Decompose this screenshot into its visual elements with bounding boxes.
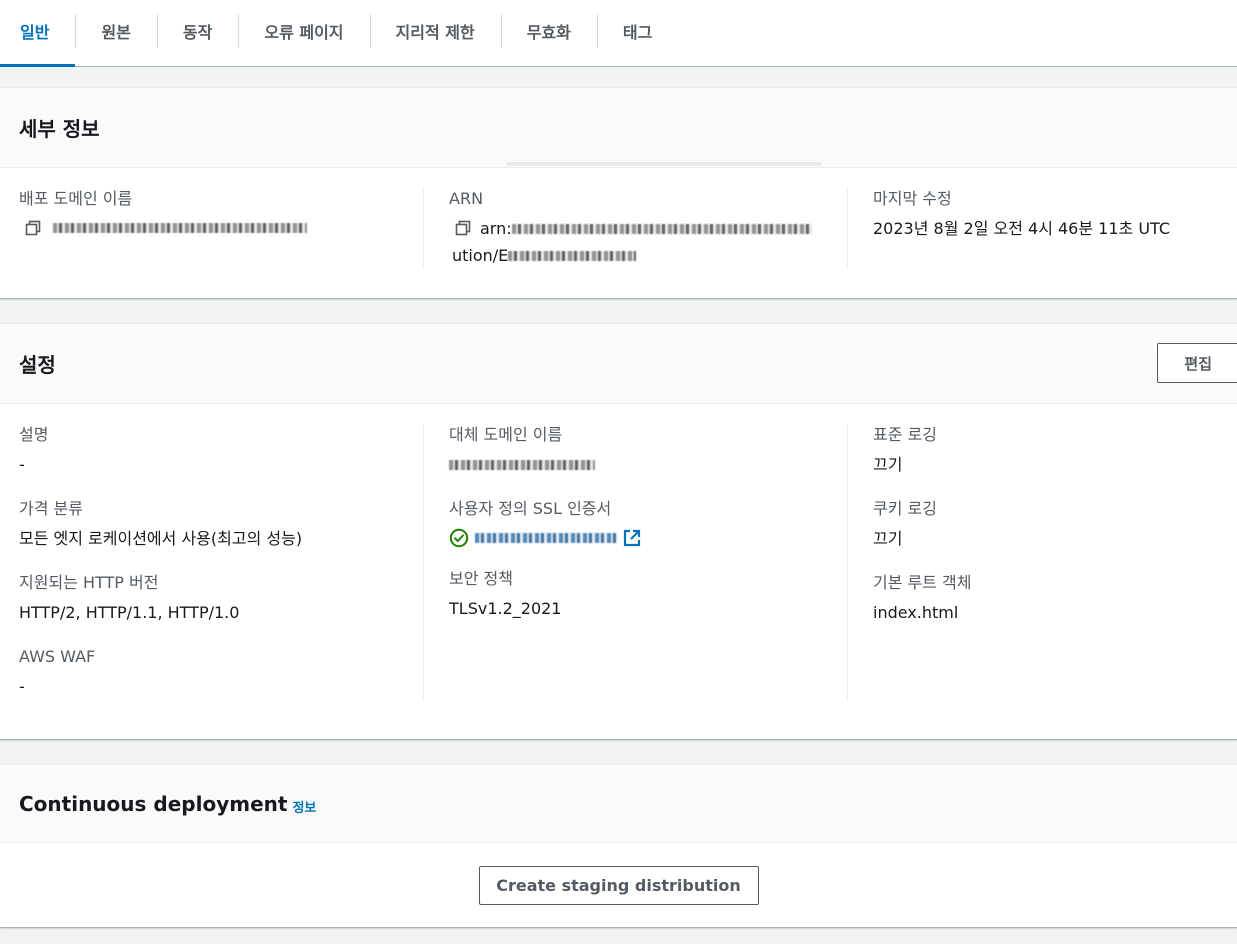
security-policy-value: TLSv1.2_2021: [449, 599, 562, 618]
alt-domain-field: 대체 도메인 이름: [449, 424, 828, 478]
ssl-cert-link[interactable]: [475, 533, 617, 543]
scroll-indicator: [507, 162, 821, 166]
redacted-alt-domain: [449, 460, 595, 470]
tab-tags[interactable]: 태그: [596, 0, 678, 66]
price-class-field: 가격 분류 모든 엣지 로케이션에서 사용(최고의 성능): [19, 498, 404, 552]
settings-header: 설정 편집: [0, 324, 1237, 404]
settings-col-2: 대체 도메인 이름 사용자 정의 SSL 인증서 보안 정책 TLSv1.2_2…: [424, 424, 848, 700]
details-col-2: ARN arn: ution/E: [424, 188, 848, 269]
continuous-deployment-header: Continuous deployment 정보: [0, 765, 1237, 843]
description-label: 설명: [19, 425, 49, 444]
cookie-logging-label: 쿠키 로깅: [873, 499, 937, 518]
ssl-cert-label: 사용자 정의 SSL 인증서: [449, 499, 612, 518]
external-link-icon[interactable]: [623, 529, 641, 547]
tab-behaviors[interactable]: 동작: [156, 0, 238, 66]
default-root-label: 기본 루트 객체: [873, 573, 972, 592]
details-header: 세부 정보: [0, 88, 1237, 168]
http-versions-label: 지원되는 HTTP 버전: [19, 573, 159, 592]
default-root-value: index.html: [873, 603, 959, 622]
settings-title: 설정: [19, 353, 56, 377]
http-versions-field: 지원되는 HTTP 버전 HTTP/2, HTTP/1.1, HTTP/1.0: [19, 572, 404, 626]
cookie-logging-value: 끄기: [873, 529, 903, 548]
last-modified-field: 마지막 수정 2023년 8월 2일 오전 4시 46분 11초 UTC: [873, 188, 1218, 242]
cookie-logging-field: 쿠키 로깅 끄기: [873, 498, 1218, 552]
alt-domain-label: 대체 도메인 이름: [449, 425, 563, 444]
standard-logging-value: 끄기: [873, 455, 903, 474]
arn-label: ARN: [449, 189, 484, 208]
edit-button[interactable]: 편집: [1157, 343, 1237, 383]
price-class-value: 모든 엣지 로케이션에서 사용(최고의 성능): [19, 529, 303, 548]
tab-geographic-restrictions[interactable]: 지리적 제한: [369, 0, 501, 66]
distribution-domain-label: 배포 도메인 이름: [19, 189, 133, 208]
arn-prefix: arn:: [480, 219, 512, 238]
redacted-arn-2: [508, 251, 637, 261]
description-field: 설명 -: [19, 424, 404, 478]
redacted-arn-1: [511, 224, 812, 234]
arn-field: ARN arn: ution/E: [449, 188, 828, 269]
alt-domain-value: [449, 451, 828, 478]
arn-suffix: ution/E: [452, 246, 509, 265]
tab-origins[interactable]: 원본: [75, 0, 156, 66]
ssl-cert-field: 사용자 정의 SSL 인증서: [449, 498, 828, 548]
standard-logging-field: 표준 로깅 끄기: [873, 424, 1218, 478]
staging-wrap: Create staging distribution: [0, 843, 1237, 928]
distribution-domain-value: [19, 215, 404, 236]
http-versions-value: HTTP/2, HTTP/1.1, HTTP/1.0: [19, 603, 240, 622]
security-policy-label: 보안 정책: [449, 569, 513, 588]
info-link[interactable]: 정보: [292, 797, 316, 816]
check-circle-icon: [449, 528, 469, 548]
tab-error-pages[interactable]: 오류 페이지: [238, 0, 369, 66]
tab-invalidations[interactable]: 무효화: [500, 0, 597, 66]
continuous-deployment-title: Continuous deployment: [19, 791, 288, 816]
details-title: 세부 정보: [19, 117, 100, 141]
settings-col-1: 설명 - 가격 분류 모든 엣지 로케이션에서 사용(최고의 성능) 지원되는 …: [0, 424, 424, 700]
details-col-3: 마지막 수정 2023년 8월 2일 오전 4시 46분 11초 UTC: [848, 188, 1237, 269]
arn-text: arn: ution/E: [452, 215, 812, 269]
copy-icon[interactable]: [455, 220, 471, 236]
tab-general[interactable]: 일반: [0, 0, 76, 67]
description-value: -: [19, 455, 25, 474]
arn-value: arn: ution/E: [449, 215, 828, 269]
tab-bar: 일반 원본 동작 오류 페이지 지리적 제한 무효화 태그: [0, 0, 1237, 67]
waf-value: -: [19, 677, 25, 696]
default-root-field: 기본 루트 객체 index.html: [873, 572, 1218, 626]
details-columns: 배포 도메인 이름 ARN arn: ution/E 마지막 수정 2023년 …: [0, 168, 1237, 293]
details-col-1: 배포 도메인 이름: [0, 188, 424, 269]
last-modified-value: 2023년 8월 2일 오전 4시 46분 11초 UTC: [873, 219, 1171, 238]
continuous-deployment-panel: Continuous deployment 정보 Create staging …: [0, 764, 1237, 928]
distribution-domain-field: 배포 도메인 이름: [19, 188, 404, 236]
create-staging-distribution-button[interactable]: Create staging distribution: [478, 866, 759, 905]
waf-label: AWS WAF: [19, 647, 96, 666]
price-class-label: 가격 분류: [19, 499, 83, 518]
security-policy-field: 보안 정책 TLSv1.2_2021: [449, 568, 828, 622]
details-panel: 세부 정보 배포 도메인 이름 ARN arn: ution/E 마지막 수정 …: [0, 87, 1237, 299]
standard-logging-label: 표준 로깅: [873, 425, 937, 444]
redacted-domain: [53, 223, 307, 233]
waf-field: AWS WAF -: [19, 646, 404, 700]
ssl-cert-value: [449, 525, 828, 548]
settings-panel: 설정 편집 설명 - 가격 분류 모든 엣지 로케이션에서 사용(최고의 성능)…: [0, 323, 1237, 740]
settings-columns: 설명 - 가격 분류 모든 엣지 로케이션에서 사용(최고의 성능) 지원되는 …: [0, 404, 1237, 724]
last-modified-label: 마지막 수정: [873, 189, 952, 208]
copy-icon[interactable]: [25, 220, 41, 236]
settings-col-3: 표준 로깅 끄기 쿠키 로깅 끄기 기본 루트 객체 index.html: [848, 424, 1237, 700]
